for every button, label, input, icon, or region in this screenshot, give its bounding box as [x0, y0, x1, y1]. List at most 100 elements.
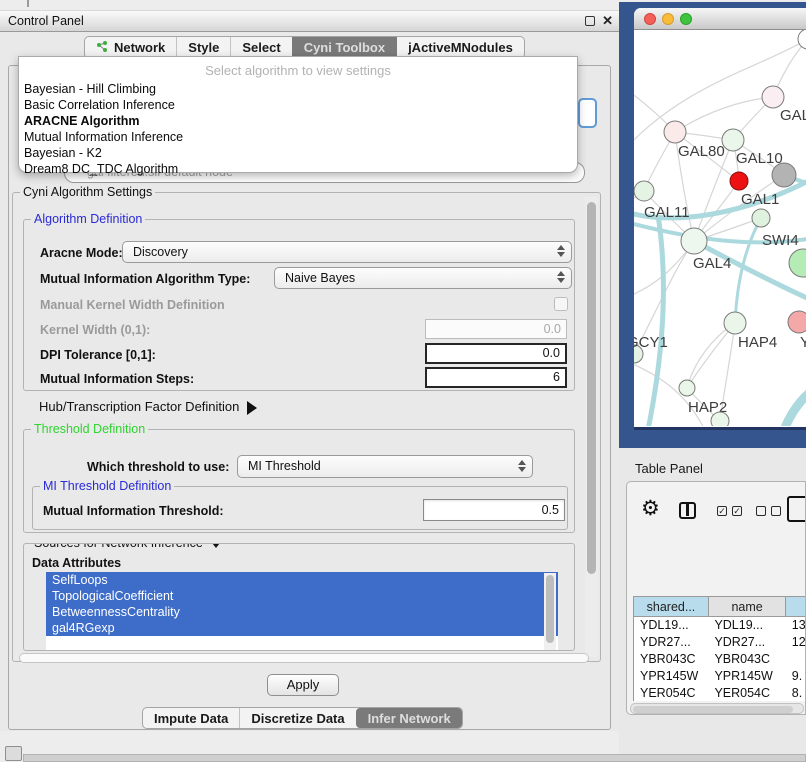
tab-network[interactable]: Network: [85, 37, 176, 58]
table-clip: shared...name YDL19...YDL19...13YDR27...…: [630, 539, 806, 701]
settings-vertical-scrollbar[interactable]: [585, 197, 598, 657]
node-GAL10[interactable]: [722, 129, 744, 151]
node-GAL4[interactable]: [681, 228, 707, 254]
node-label-GAL10: GAL10: [736, 150, 783, 167]
checked-boxes-icon[interactable]: ✓✓: [717, 506, 742, 516]
table-row[interactable]: YDR27...YDR27...12: [634, 634, 806, 651]
algo-item-dream8-dc-tdc-algorithm[interactable]: Dream8 DC_TDC Algorithm: [19, 161, 577, 177]
dpi-tolerance-field[interactable]: 0.0: [425, 343, 567, 364]
manual-kernel-label: Manual Kernel Width Definition: [40, 298, 225, 312]
sources-group-title[interactable]: Sources for Network Inference: [31, 543, 226, 550]
mi-steps-field[interactable]: 6: [425, 367, 567, 388]
algo-item-bayesian-k2[interactable]: Bayesian - K2: [19, 145, 577, 161]
network-edge: [634, 360, 706, 426]
scrollbar-thumb[interactable]: [633, 706, 793, 713]
screen: Control Panel ✕ Network StyleSelect Cyni T…: [0, 0, 806, 762]
minimized-panel-icon[interactable]: [5, 746, 22, 761]
node-SWI4[interactable]: [752, 209, 770, 227]
node-GAL7[interactable]: [762, 86, 784, 108]
node-GAL80[interactable]: [664, 121, 686, 143]
algo-item-aracne-algorithm[interactable]: ARACNE Algorithm: [19, 113, 577, 129]
node-GAL11[interactable]: [634, 181, 654, 201]
float-icon[interactable]: [585, 16, 595, 26]
scrollbar-thumb[interactable]: [587, 202, 596, 574]
top-tick: [27, 0, 29, 7]
settings-group-title: Cyni Algorithm Settings: [20, 185, 155, 199]
algo-item-bayesian-hill-climbing[interactable]: Bayesian - Hill Climbing: [19, 81, 577, 97]
attribute-item-gal4rgexp[interactable]: gal4RGexp: [46, 620, 558, 636]
table-cell: 8.: [786, 685, 806, 702]
algo-item-mutual-information-inference[interactable]: Mutual Information Inference: [19, 129, 577, 145]
spinner-arrows-icon: [517, 460, 526, 472]
window-shadow: [634, 427, 806, 430]
gene-table[interactable]: shared...name YDL19...YDL19...13YDR27...…: [633, 596, 806, 701]
control-panel-title: Control Panel: [8, 14, 84, 28]
document-icon[interactable]: [787, 496, 806, 522]
tab-discretize-data[interactable]: Discretize Data: [239, 708, 355, 728]
apply-button[interactable]: Apply: [267, 674, 339, 696]
tab-style[interactable]: Style: [176, 37, 230, 58]
table-row[interactable]: YBR043CYBR043C: [634, 651, 806, 668]
close-icon[interactable]: ✕: [602, 13, 613, 29]
scrollbar-thumb[interactable]: [546, 575, 554, 643]
kernel-width-field[interactable]: 0.0: [425, 319, 567, 339]
tab-label: Cyni Toolbox: [304, 40, 385, 55]
algorithm-dropdown-popup: Select algorithm to view settings Bayesi…: [18, 56, 578, 173]
network-canvas[interactable]: GAL7GAL80GAL10GAL1GAL11SWI4GAL4GCY1HAP4Y…: [634, 30, 806, 426]
hub-definition-toggle[interactable]: Hub/Transcription Factor Definition: [39, 399, 257, 415]
node-GAL1[interactable]: [730, 172, 748, 190]
column-header-name[interactable]: name: [708, 597, 785, 617]
algo-item-basic-correlation-inference[interactable]: Basic Correlation Inference: [19, 97, 577, 113]
attribute-item-betweennesscentrality[interactable]: BetweennessCentrality: [46, 604, 558, 620]
attribute-item-selfloops[interactable]: SelfLoops: [46, 572, 558, 588]
table-horizontal-scrollbar[interactable]: [630, 703, 804, 714]
collapsed-arrow-icon: [247, 401, 257, 415]
node-HAP2[interactable]: [679, 380, 695, 396]
mi-type-value: Naive Bayes: [285, 271, 355, 285]
attributes-scrollbar[interactable]: [544, 573, 556, 651]
node-label-GCY1: GCY1: [634, 334, 668, 351]
unchecked-boxes-icon[interactable]: [756, 506, 781, 516]
tab-select[interactable]: Select: [230, 37, 291, 58]
network-edge: [782, 382, 806, 426]
table-cell: YPR145W: [708, 668, 785, 685]
zoom-traffic-light-icon[interactable]: [680, 13, 692, 25]
node-green-right[interactable]: [789, 249, 806, 277]
column-header-shared[interactable]: shared...: [634, 597, 709, 617]
manual-kernel-checkbox[interactable]: [554, 297, 568, 311]
table-row[interactable]: YDL19...YDL19...13: [634, 617, 806, 634]
which-threshold-value: MI Threshold: [248, 459, 321, 473]
mi-type-combobox[interactable]: Naive Bayes: [274, 267, 572, 289]
which-threshold-combobox[interactable]: MI Threshold: [237, 455, 533, 478]
node-bottom[interactable]: [711, 412, 729, 426]
aracne-mode-combobox[interactable]: Discovery: [122, 241, 572, 263]
node-label-salmon: Y: [800, 334, 806, 351]
tab-cyni-toolbox[interactable]: Cyni Toolbox: [292, 37, 396, 58]
mi-steps-label: Mutual Information Steps:: [40, 372, 194, 386]
focused-combo-fragment[interactable]: [578, 98, 597, 128]
node-top-right[interactable]: [798, 30, 806, 49]
node-label-GAL80: GAL80: [678, 143, 725, 160]
sources-group: Sources for Network Inference Data Attri…: [23, 543, 575, 651]
network-window-titlebar[interactable]: [634, 8, 806, 30]
tab-impute-data[interactable]: Impute Data: [143, 708, 239, 728]
mi-threshold-field[interactable]: 0.5: [423, 499, 565, 521]
table-cell: 12: [786, 634, 806, 651]
table-row[interactable]: YER054CYER054C8.: [634, 685, 806, 702]
tab-label: Network: [114, 40, 165, 55]
tab-jactivemnodules[interactable]: jActiveMNodules: [396, 37, 524, 58]
column-browser-icon[interactable]: [679, 502, 696, 519]
network-edge: [687, 323, 735, 388]
node-gray[interactable]: [772, 163, 796, 187]
column-header-2[interactable]: [786, 597, 806, 617]
gear-icon[interactable]: ⚙: [641, 498, 660, 519]
settings-horizontal-scrollbar[interactable]: [19, 653, 589, 663]
node-salmon[interactable]: [788, 311, 806, 333]
attribute-item-topologicalcoefficient[interactable]: TopologicalCoefficient: [46, 588, 558, 604]
table-row[interactable]: YPR145WYPR145W9.: [634, 668, 806, 685]
minimize-traffic-light-icon[interactable]: [662, 13, 674, 25]
close-traffic-light-icon[interactable]: [644, 13, 656, 25]
table-cell: YDL19...: [708, 617, 785, 634]
node-HAP4[interactable]: [724, 312, 746, 334]
tab-infer-network[interactable]: Infer Network: [356, 708, 462, 728]
